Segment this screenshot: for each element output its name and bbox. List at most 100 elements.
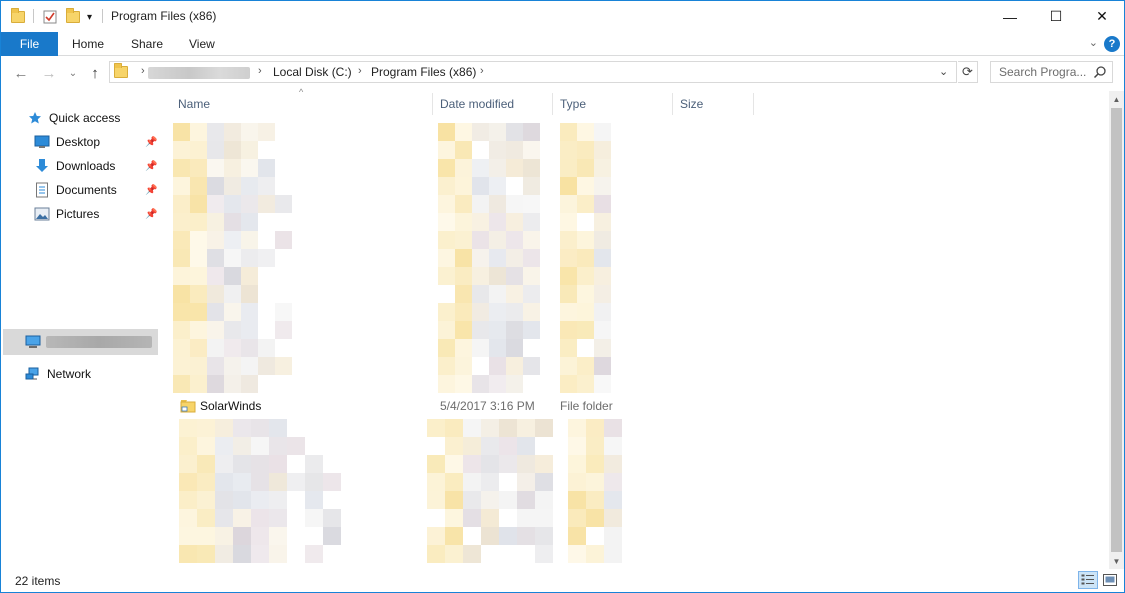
scroll-down-icon[interactable]: ▼ (1109, 553, 1124, 569)
large-icons-view-button[interactable] (1100, 571, 1120, 589)
pixel-block (594, 267, 611, 285)
pixel-block (560, 159, 577, 177)
pixel-block (438, 195, 455, 213)
forward-button[interactable]: → (39, 63, 59, 83)
column-divider[interactable] (753, 93, 754, 115)
pixel-block (215, 419, 233, 437)
pixel-block (190, 159, 207, 177)
up-button[interactable]: ↑ (85, 63, 105, 83)
pixel-block (241, 267, 258, 285)
pixel-block (560, 339, 577, 357)
column-header-size[interactable]: Size (680, 91, 703, 117)
pixel-block (241, 339, 258, 357)
pixel-block (445, 419, 463, 437)
pin-icon[interactable]: 📌 (145, 137, 157, 148)
column-header-name[interactable]: Name (178, 91, 210, 117)
column-divider[interactable] (552, 93, 553, 115)
new-folder-icon[interactable] (66, 7, 80, 27)
pixel-block (472, 285, 489, 303)
table-row[interactable]: SolarWinds 5/4/2017 3:16 PM File folder (161, 395, 761, 417)
pixel-block (224, 249, 241, 267)
search-box[interactable] (990, 61, 1113, 83)
pixel-block (445, 545, 463, 563)
pixel-block (224, 303, 241, 321)
nav-network[interactable]: Network (25, 363, 91, 385)
pixel-block (233, 437, 251, 455)
help-icon[interactable]: ? (1104, 36, 1120, 52)
pixel-block (179, 491, 197, 509)
pixel-block (269, 473, 287, 491)
pixel-block (577, 375, 594, 393)
close-button[interactable]: ✕ (1079, 1, 1125, 32)
pixel-block (207, 159, 224, 177)
tab-home[interactable]: Home (72, 32, 104, 56)
pixel-block (489, 177, 506, 195)
pixel-block (241, 285, 258, 303)
vertical-scrollbar[interactable]: ▲ ▼ (1109, 91, 1124, 569)
tab-file[interactable]: File (1, 32, 58, 56)
pixel-block (190, 375, 207, 393)
pixel-block (489, 123, 506, 141)
column-header-type[interactable]: Type (560, 91, 586, 117)
tab-share[interactable]: Share (131, 32, 163, 56)
search-input[interactable] (991, 62, 1091, 82)
breadcrumb-chevron-icon[interactable]: › (358, 65, 362, 77)
address-bar[interactable]: › › Local Disk (C:) › Program Files (x86… (109, 61, 957, 83)
column-divider[interactable] (672, 93, 673, 115)
nav-network-label: Network (47, 367, 92, 381)
minimize-button[interactable]: — (987, 1, 1033, 32)
recent-locations-button[interactable]: ⌄ (65, 63, 81, 83)
customize-quick-access-icon[interactable]: ▾ (87, 7, 92, 27)
back-arrow-icon: ← (13, 64, 29, 82)
nav-item-this-pc[interactable] (3, 329, 158, 355)
pixel-block (604, 545, 622, 563)
scrollbar-thumb[interactable] (1111, 108, 1122, 552)
breadcrumb-chevron-icon[interactable]: › (480, 65, 484, 77)
nav-item-desktop[interactable]: Desktop (34, 131, 100, 153)
column-divider[interactable] (432, 93, 433, 115)
pixel-block (305, 545, 323, 563)
nav-item-downloads[interactable]: Downloads (34, 155, 115, 177)
pixel-block (207, 321, 224, 339)
pixel-block (427, 473, 445, 491)
pixel-block (481, 419, 499, 437)
pin-icon[interactable]: 📌 (145, 209, 157, 220)
pixel-block (173, 285, 190, 303)
pixel-block (173, 375, 190, 393)
column-header-date-modified[interactable]: Date modified (440, 91, 514, 117)
nav-item-pictures[interactable]: Pictures (34, 203, 99, 225)
pixel-block (577, 249, 594, 267)
breadcrumb-local-disk[interactable]: Local Disk (C:) (273, 65, 352, 79)
pixel-block (287, 473, 305, 491)
pixel-block (489, 375, 506, 393)
back-button[interactable]: ← (11, 63, 31, 83)
pixel-block (499, 455, 517, 473)
expand-ribbon-icon[interactable]: ⌄ (1089, 36, 1098, 49)
refresh-button[interactable]: ⟳ (958, 61, 978, 83)
pixel-block (455, 339, 472, 357)
breadcrumb-chevron-icon[interactable]: › (258, 65, 262, 77)
breadcrumb-program-files[interactable]: Program Files (x86) (371, 65, 476, 79)
breadcrumb-chevron-icon[interactable]: › (141, 65, 145, 77)
pixel-block (560, 141, 577, 159)
pixel-block (224, 285, 241, 303)
pixel-block (604, 455, 622, 473)
pixel-block (455, 357, 472, 375)
scroll-up-icon[interactable]: ▲ (1109, 91, 1124, 107)
properties-icon[interactable] (43, 7, 57, 27)
details-view-button[interactable] (1078, 571, 1098, 589)
pin-icon[interactable]: 📌 (145, 161, 157, 172)
tab-view[interactable]: View (189, 32, 215, 56)
pixel-block (241, 303, 258, 321)
address-history-dropdown-icon[interactable]: ⌄ (939, 65, 948, 78)
pixel-block (179, 473, 197, 491)
nav-quick-access[interactable]: Quick access (27, 107, 120, 129)
pixel-block (535, 491, 553, 509)
pin-icon[interactable]: 📌 (145, 185, 157, 196)
maximize-button[interactable]: ☐ (1033, 1, 1079, 32)
pixel-block (241, 159, 258, 177)
search-icon[interactable] (1093, 65, 1107, 79)
nav-item-documents[interactable]: Documents (34, 179, 117, 201)
pixel-block (560, 321, 577, 339)
pixel-block (560, 267, 577, 285)
